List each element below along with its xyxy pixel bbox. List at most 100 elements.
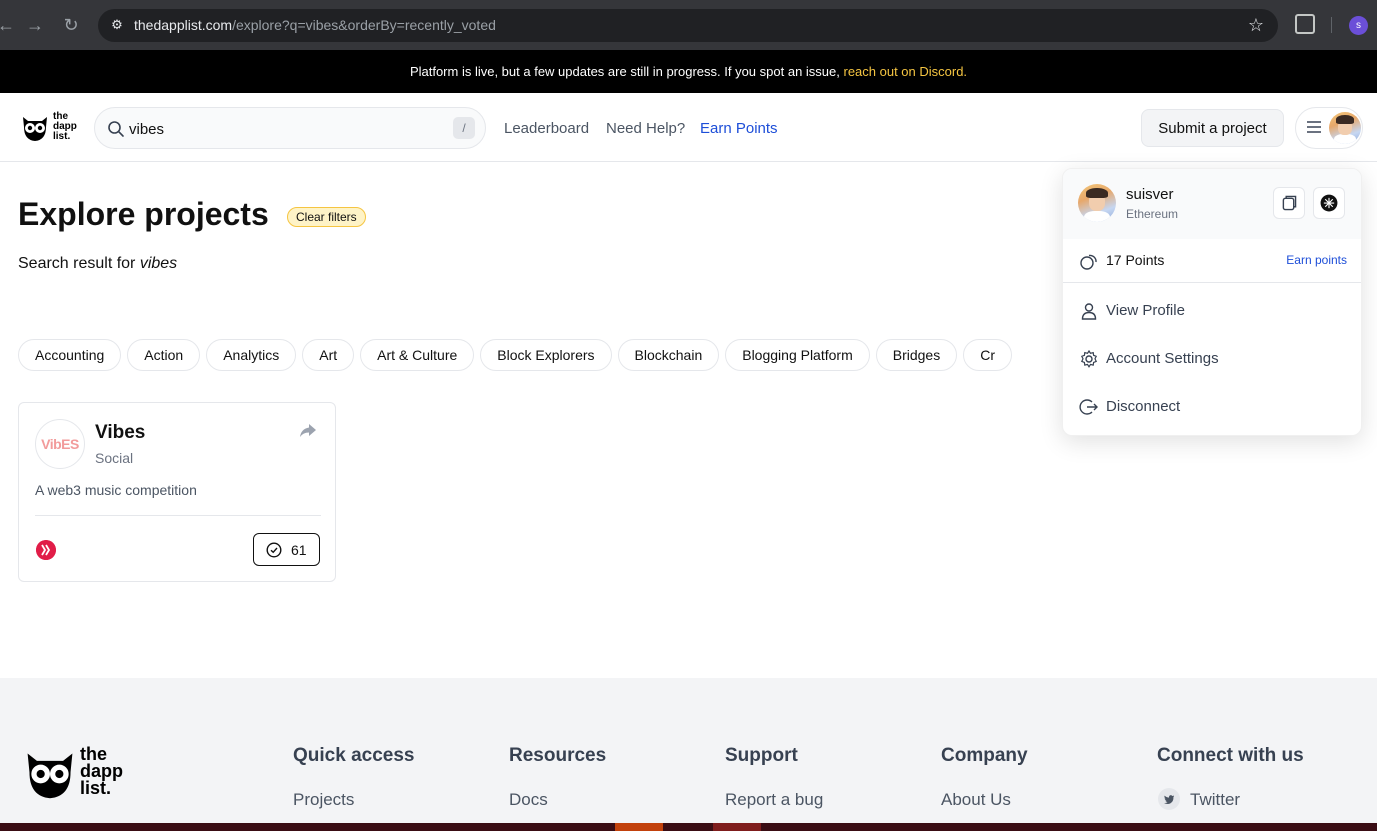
category-chip-accounting[interactable]: Accounting [18,339,122,371]
site-logo[interactable]: the dapp list. [20,111,82,145]
user-icon [1081,303,1097,320]
wallet-button[interactable] [1313,187,1345,219]
footer-logo-word-3: list. [80,778,112,798]
dropdown-avatar [1078,184,1116,222]
category-chip-art-culture[interactable]: Art & Culture [360,339,475,371]
owl-logo-icon [27,753,73,799]
footer-link-report-bug[interactable]: Report a bug [725,790,823,810]
menu-item-label: Account Settings [1106,350,1219,367]
footer-heading-connect: Connect with us [1157,745,1304,766]
category-chip-analytics[interactable]: Analytics [206,339,297,371]
vote-button[interactable]: 61 [253,533,320,566]
gear-icon [1080,349,1098,368]
dropdown-user-header: suisver Ethereum [1063,169,1361,239]
search-result-text: Search result for vibes [18,255,177,273]
taskbar-app-1[interactable] [615,823,663,831]
search-shortcut-key: / [453,117,475,139]
taskbar-app-2[interactable] [713,823,761,831]
avatar [1329,112,1361,144]
menu-item-view-profile[interactable]: View Profile [1063,291,1361,331]
nav-earn-points[interactable]: Earn Points [700,120,778,137]
nav-need-help[interactable]: Need Help? [606,120,685,137]
search-input[interactable] [129,118,429,140]
submit-project-button[interactable]: Submit a project [1141,109,1284,147]
menu-item-label: Disconnect [1106,398,1181,415]
wallet-connect-icon [1320,194,1338,212]
footer-wordmark: the dapp list. [80,745,123,798]
earn-points-link[interactable]: Earn points [1286,253,1347,267]
reload-icon[interactable]: ↻ [59,13,83,37]
footer-heading-resources: Resources [509,745,607,766]
menu-item-account-settings[interactable]: Account Settings [1063,339,1361,379]
clear-filters-button[interactable]: Clear filters [287,207,366,227]
browser-toolbar: ← → ↻ ⚙ thedapplist.com/explore?q=vibes&… [0,0,1377,50]
points-count: 17 Points [1106,252,1165,268]
footer-link-about-us[interactable]: About Us [941,790,1011,810]
site-header: the dapp list. / Leaderboard Need Help? … [0,93,1377,162]
username: suisver [1126,186,1174,203]
forward-icon[interactable]: → [23,13,47,37]
footer-link-projects[interactable]: Projects [293,790,354,810]
project-description: A web3 music competition [35,482,197,498]
browser-profile-avatar[interactable]: s [1349,16,1368,35]
site-footer: the dapp list. Quick access Projects Res… [0,678,1377,823]
account-menu-toggle[interactable] [1295,107,1363,149]
extensions-icon[interactable] [1295,14,1315,34]
logo-word-3: list. [53,131,71,142]
twitter-icon[interactable] [1158,788,1180,810]
check-circle-icon [266,542,282,558]
hamburger-icon [1307,121,1321,135]
share-icon[interactable] [299,423,317,439]
wallet-network: Ethereum [1126,207,1179,221]
project-category: Social [95,450,134,466]
menu-item-label: View Profile [1106,302,1185,319]
logo-wordmark: the dapp list. [53,112,77,142]
page-title: Explore projects [18,196,269,232]
card-divider [35,515,321,516]
url-path: /explore?q=vibes&orderBy=recently_voted [232,17,496,33]
account-dropdown: suisver Ethereum 17 Points Earn points V [1062,168,1362,436]
category-chip-action[interactable]: Action [127,339,201,371]
url-host: thedapplist.com [134,17,233,33]
logout-icon [1079,399,1098,415]
footer-heading-quick-access: Quick access [293,745,415,766]
os-taskbar [0,823,1377,831]
points-icon [1080,254,1097,270]
address-bar[interactable]: ⚙ thedapplist.com/explore?q=vibes&orderB… [98,9,1278,42]
search-result-query: vibes [139,255,178,272]
footer-link-twitter[interactable]: Twitter [1190,790,1240,810]
category-chip-art[interactable]: Art [302,339,355,371]
announcement-banner: Platform is live, but a few updates are … [0,50,1377,93]
category-chip-cr[interactable]: Cr [963,339,1012,371]
points-row: 17 Points Earn points [1063,239,1361,283]
footer-logo[interactable]: the dapp list. [22,745,132,802]
category-chip-blogging-platform[interactable]: Blogging Platform [725,339,870,371]
owl-logo-icon [23,117,47,141]
vote-count: 61 [291,542,307,558]
copy-address-button[interactable] [1273,187,1305,219]
bookmark-star-icon[interactable]: ☆ [1248,15,1264,36]
toolbar-divider [1331,17,1332,33]
category-chip-blockchain[interactable]: Blockchain [617,339,720,371]
hive-chain-icon [36,540,56,560]
category-chip-block-explorers[interactable]: Block Explorers [480,339,612,371]
copy-icon [1282,195,1297,211]
site-settings-icon[interactable]: ⚙ [108,16,126,34]
category-filter-list: Accounting Action Analytics Art Art & Cultur… [18,339,1062,373]
project-logo: VibES [35,419,85,469]
search-result-prefix: Search result for [18,255,140,272]
footer-heading-company: Company [941,745,1028,766]
search-box[interactable]: / [94,107,486,149]
discord-link[interactable]: reach out on Discord. [843,64,967,79]
project-name[interactable]: Vibes [95,422,145,444]
menu-item-disconnect[interactable]: Disconnect [1063,387,1361,427]
search-icon [108,121,124,137]
footer-link-docs[interactable]: Docs [509,790,548,810]
back-icon[interactable]: ← [0,13,18,37]
category-chip-bridges[interactable]: Bridges [875,339,958,371]
banner-text: Platform is live, but a few updates are … [409,64,844,79]
url-text[interactable]: thedapplist.com/explore?q=vibes&orderBy=… [134,17,496,33]
footer-heading-support: Support [725,745,798,766]
nav-leaderboard[interactable]: Leaderboard [504,120,589,137]
project-card[interactable]: VibES Vibes Social A web3 music competit… [18,402,336,582]
